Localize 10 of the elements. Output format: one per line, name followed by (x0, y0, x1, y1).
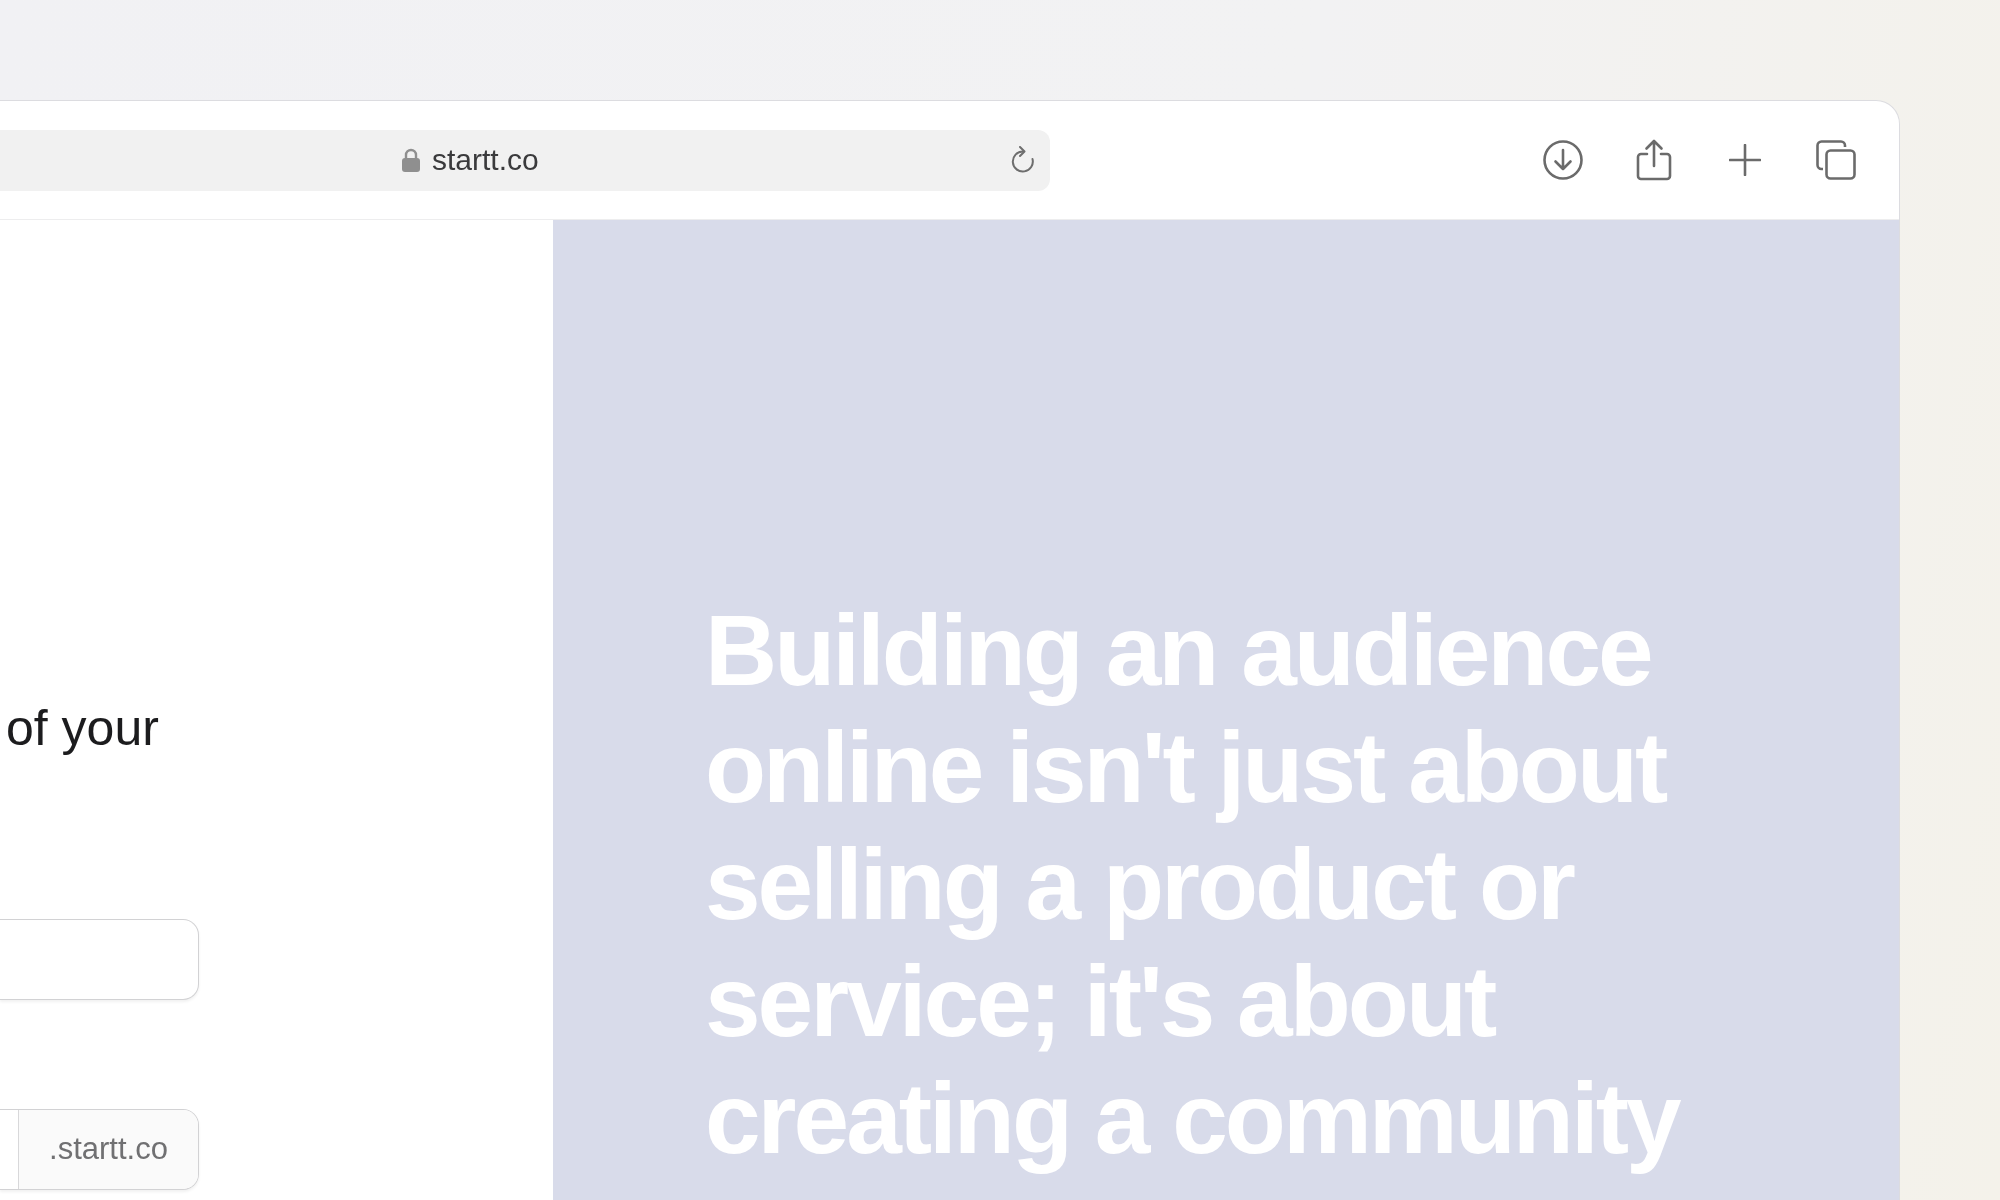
share-icon[interactable] (1636, 139, 1672, 181)
lock-icon (402, 148, 420, 172)
form-heading: of your (6, 699, 159, 758)
url-text: startt.co (432, 145, 539, 175)
input-field[interactable] (0, 919, 199, 1000)
download-icon[interactable] (1543, 140, 1583, 180)
plus-icon[interactable] (1729, 144, 1761, 176)
address-bar[interactable]: startt.co (0, 129, 1050, 191)
reload-icon[interactable] (1010, 146, 1036, 174)
tabs-icon[interactable] (1816, 140, 1856, 180)
